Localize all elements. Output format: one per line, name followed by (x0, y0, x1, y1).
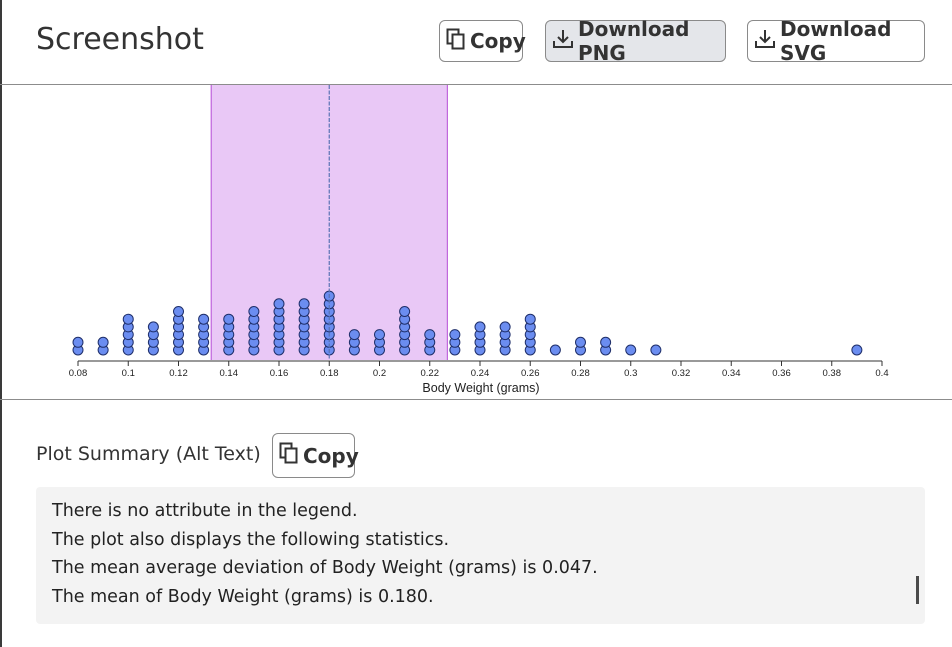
download-svg-button[interactable]: Download SVG (747, 17, 925, 65)
summary-line: The mean of Body Weight (grams) is 0.180… (52, 586, 434, 607)
x-tick-label: 0.08 (69, 368, 88, 379)
data-point (173, 306, 184, 317)
x-tick-label: 0.32 (672, 368, 691, 379)
copy-button-label: Copy (470, 29, 526, 53)
data-point (524, 313, 536, 325)
data-point (147, 321, 159, 333)
data-point (625, 344, 637, 356)
data-point (223, 313, 235, 325)
data-point (650, 344, 662, 356)
data-point (449, 329, 461, 341)
dot-plot: 0.08 0.1 0.12 0.14 0.16 0.18 0.2 0.22 0.24 0.26 0.… (0, 85, 952, 399)
data-point (72, 336, 84, 348)
data-point (399, 306, 411, 317)
data-point (298, 298, 310, 310)
x-tick-label: 0.28 (571, 368, 590, 379)
download-png-label: Download PNG (578, 17, 690, 65)
data-point (600, 336, 612, 348)
data-point (851, 344, 863, 356)
x-tick-label: 0.16 (270, 368, 289, 379)
scrollbar-thumb[interactable] (916, 576, 919, 604)
x-tick-label: 0.2 (373, 368, 386, 379)
copy-summary-button[interactable]: Copy (272, 433, 359, 478)
data-point (549, 344, 561, 356)
x-tick-label: 0.24 (471, 368, 490, 379)
x-tick-label: 0.26 (521, 368, 540, 379)
x-tick-label: 0.18 (320, 368, 339, 379)
summary-line: The mean average deviation of Body Weigh… (52, 558, 598, 578)
x-tick-label: 0.22 (421, 368, 440, 379)
data-point (198, 313, 210, 325)
copy-button[interactable]: Copy (439, 20, 526, 62)
x-tick-label: 0.3 (624, 368, 637, 379)
data-point (374, 329, 385, 341)
copy-icon (446, 28, 466, 55)
download-svg-label: Download SVG (780, 17, 892, 65)
data-point (474, 321, 486, 333)
dot-plot-svg: 0.08 0.1 0.12 0.14 0.16 0.18 0.2 0.22 0.24 0.26 0.… (69, 85, 889, 395)
data-point (348, 329, 360, 341)
download-png-button[interactable]: Download PNG (545, 17, 726, 65)
x-tick-label: 0.14 (220, 368, 239, 379)
plot-summary-label: Plot Summary (Alt Text) (36, 443, 261, 465)
download-icon (552, 28, 574, 55)
data-point (97, 336, 109, 348)
data-point (499, 321, 511, 333)
x-tick-label: 0.1 (122, 368, 135, 379)
x-tick-label: 0.34 (722, 368, 741, 379)
download-icon (754, 28, 776, 55)
data-point (424, 329, 436, 341)
x-tick-label: 0.4 (875, 368, 888, 379)
chart-divider (0, 399, 952, 400)
data-point (273, 298, 285, 310)
plot-summary-text[interactable]: There is no attribute in the legend. The… (36, 487, 925, 624)
summary-line: There is no attribute in the legend. (52, 501, 358, 521)
data-point (122, 313, 134, 325)
copy-icon (279, 442, 299, 469)
data-point (575, 336, 586, 348)
x-tick-label: 0.38 (823, 368, 842, 379)
x-tick-label: 0.12 (169, 368, 188, 379)
copy-summary-label: Copy (303, 443, 359, 468)
x-tick-label: 0.36 (772, 368, 791, 379)
page-title: Screenshot (36, 22, 204, 57)
summary-line: The plot also displays the following sta… (52, 529, 450, 550)
x-axis-title: Body Weight (grams) (422, 381, 539, 395)
data-point (248, 306, 260, 317)
toolbar: Screenshot Copy Download PNG Download SV… (0, 0, 952, 84)
